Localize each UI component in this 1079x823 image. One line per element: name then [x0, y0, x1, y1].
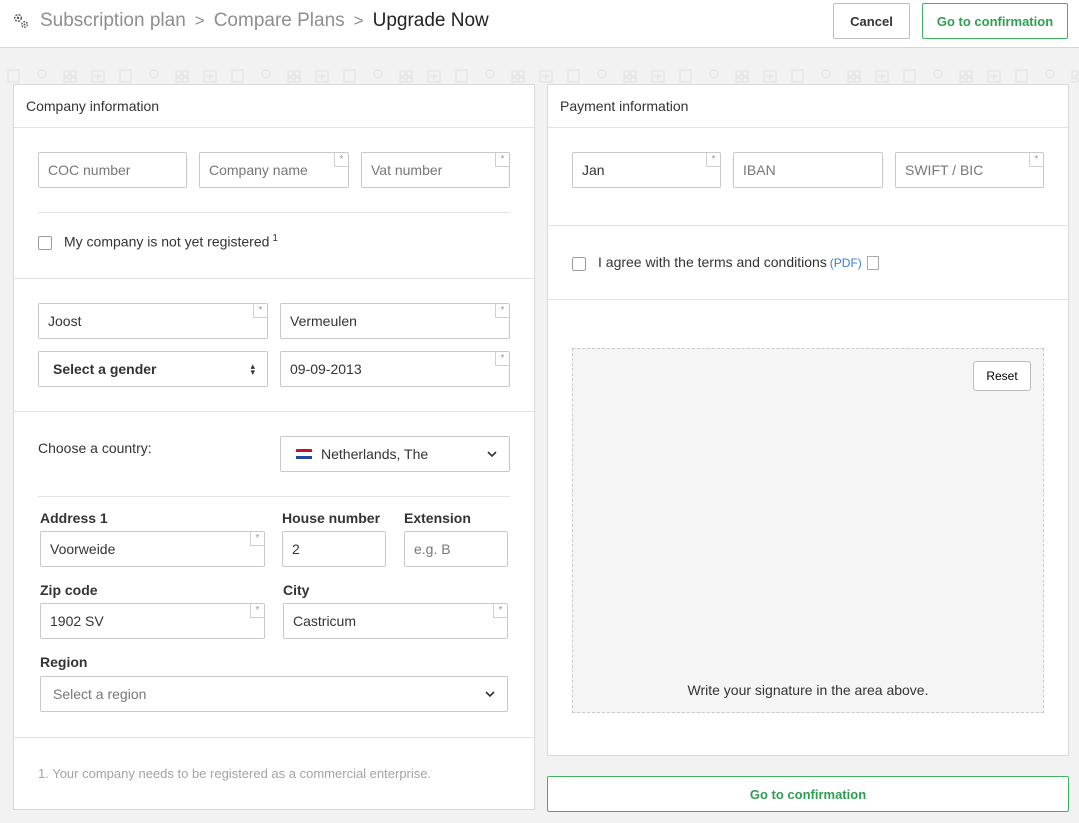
- required-asterisk-icon: *: [334, 153, 348, 167]
- divider: [14, 278, 534, 279]
- company-name-input[interactable]: Company name *: [199, 152, 349, 188]
- house-number-input[interactable]: 2: [282, 531, 386, 567]
- divider: [38, 212, 510, 213]
- last-name-input[interactable]: Vermeulen *: [280, 303, 510, 339]
- vat-number-input[interactable]: Vat number *: [361, 152, 510, 188]
- account-holder-input[interactable]: Jan *: [572, 152, 721, 188]
- chevron-down-icon: [485, 691, 495, 698]
- breadcrumb-separator: >: [353, 11, 364, 30]
- zip-code-input[interactable]: 1902 SV *: [40, 603, 265, 639]
- zip-code-value: 1902 SV: [50, 613, 104, 629]
- birth-date-value: 09-09-2013: [290, 361, 362, 377]
- required-asterisk-icon: *: [250, 532, 264, 546]
- required-asterisk-icon: *: [495, 153, 509, 167]
- gender-select[interactable]: Select a gender ▴ ▾: [38, 351, 268, 387]
- required-asterisk-icon: *: [253, 304, 267, 318]
- signature-pad[interactable]: Reset Write your signature in the area a…: [572, 348, 1044, 713]
- footnote-marker: 1: [272, 233, 278, 244]
- payment-information-title: Payment information: [548, 85, 1068, 128]
- divider: [14, 737, 534, 738]
- go-to-confirmation-bottom-button[interactable]: Go to confirmation: [547, 776, 1069, 812]
- breadcrumb-separator: >: [194, 11, 205, 30]
- coc-number-input[interactable]: COC number: [38, 152, 187, 188]
- company-information-title: Company information: [14, 85, 534, 128]
- birth-date-input[interactable]: 09-09-2013 *: [280, 351, 510, 387]
- not-registered-text: My company is not yet registered: [64, 233, 270, 250]
- zip-code-label: Zip code: [40, 582, 98, 598]
- required-asterisk-icon: *: [493, 604, 507, 618]
- divider: [14, 411, 534, 412]
- go-to-confirmation-button[interactable]: Go to confirmation: [922, 3, 1068, 39]
- required-asterisk-icon: *: [495, 352, 509, 366]
- swift-bic-input[interactable]: SWIFT / BIC *: [895, 152, 1044, 188]
- first-name-value: Joost: [48, 313, 82, 329]
- required-asterisk-icon: *: [250, 604, 264, 618]
- divider: [38, 496, 510, 497]
- choose-country-label: Choose a country:: [38, 440, 152, 456]
- city-input[interactable]: Castricum *: [283, 603, 508, 639]
- address1-label: Address 1: [40, 510, 108, 526]
- last-name-value: Vermeulen: [290, 313, 357, 329]
- required-asterisk-icon: *: [495, 304, 509, 318]
- account-holder-value: Jan: [582, 162, 605, 178]
- country-value: Netherlands, The: [321, 446, 429, 462]
- netherlands-flag-icon: [296, 448, 312, 460]
- not-registered-label[interactable]: My company is not yet registered 1: [64, 233, 278, 250]
- company-name-placeholder: Company name: [209, 162, 308, 178]
- region-label: Region: [40, 654, 88, 670]
- not-registered-checkbox[interactable]: [38, 236, 52, 250]
- terms-label[interactable]: I agree with the terms and conditions (PD…: [598, 254, 879, 270]
- settings-gear-icon[interactable]: [12, 12, 30, 30]
- terms-pdf-link[interactable]: (PDF): [830, 256, 862, 270]
- address1-input[interactable]: Voorweide *: [40, 531, 265, 567]
- terms-text: I agree with the terms and conditions: [598, 254, 827, 270]
- signature-hint: Write your signature in the area above.: [687, 682, 929, 698]
- city-value: Castricum: [293, 613, 357, 629]
- breadcrumb-upgrade-now: Upgrade Now: [372, 10, 489, 31]
- address1-value: Voorweide: [50, 541, 116, 557]
- required-asterisk-icon: *: [1029, 153, 1043, 167]
- required-asterisk-icon: *: [706, 153, 720, 167]
- company-information-panel: Company information COC number Company n…: [13, 84, 535, 810]
- gender-value: Select a gender: [53, 361, 157, 377]
- breadcrumb-compare-plans[interactable]: Compare Plans: [214, 10, 345, 32]
- chevron-down-icon: [487, 451, 497, 458]
- vat-number-placeholder: Vat number: [371, 162, 443, 178]
- extension-input[interactable]: e.g. B: [404, 531, 508, 567]
- reset-signature-button[interactable]: Reset: [973, 361, 1031, 391]
- first-name-input[interactable]: Joost *: [38, 303, 268, 339]
- breadcrumb-subscription-plan[interactable]: Subscription plan: [40, 10, 186, 32]
- city-label: City: [283, 582, 310, 598]
- divider: [548, 299, 1068, 300]
- registration-footnote: 1. Your company needs to be registered a…: [38, 766, 432, 781]
- house-number-label: House number: [282, 510, 381, 526]
- country-select[interactable]: Netherlands, The: [280, 436, 510, 472]
- swift-bic-placeholder: SWIFT / BIC: [905, 162, 984, 178]
- cancel-button[interactable]: Cancel: [833, 3, 910, 39]
- select-arrows-icon: ▴ ▾: [250, 361, 255, 377]
- breadcrumb: Subscription plan > Compare Plans > Upgr…: [12, 9, 489, 33]
- divider: [548, 225, 1068, 226]
- terms-checkbox[interactable]: [572, 257, 586, 271]
- region-placeholder: Select a region: [53, 686, 147, 702]
- top-bar: Subscription plan > Compare Plans > Upgr…: [0, 0, 1079, 48]
- pdf-file-icon[interactable]: [866, 256, 879, 270]
- extension-label: Extension: [404, 510, 471, 526]
- payment-information-panel: Payment information Jan * IBAN SWIFT / B…: [547, 84, 1069, 756]
- region-select[interactable]: Select a region: [40, 676, 508, 712]
- iban-input[interactable]: IBAN: [733, 152, 883, 188]
